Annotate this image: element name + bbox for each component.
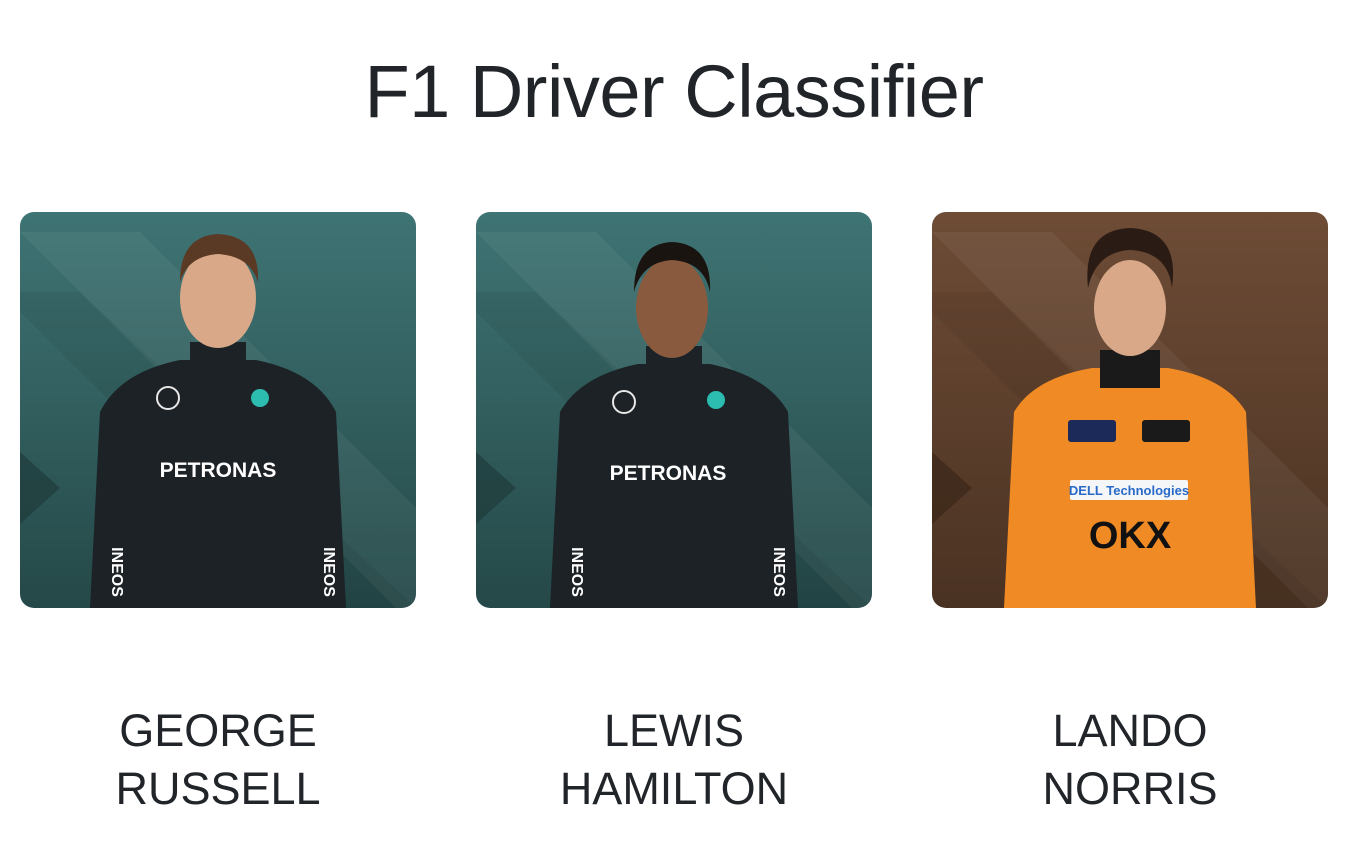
page-title: F1 Driver Classifier [364, 50, 984, 133]
driver-name: LANDO NORRIS [932, 702, 1328, 818]
driver-last-name: NORRIS [1042, 763, 1218, 814]
svg-text:OKX: OKX [1089, 515, 1172, 557]
svg-text:PETRONAS: PETRONAS [610, 462, 727, 485]
driver-card-lewis-hamilton[interactable]: PETRONAS INEOS INEOS LEWIS HAMILTON [476, 212, 872, 814]
svg-text:DELL Technologies: DELL Technologies [1069, 483, 1189, 498]
driver-photo[interactable]: PETRONAS INEOS INEOS [476, 212, 872, 608]
driver-last-name: RUSSELL [115, 763, 321, 814]
svg-text:INEOS: INEOS [770, 547, 787, 597]
svg-text:INEOS: INEOS [568, 547, 585, 597]
svg-text:INEOS: INEOS [108, 547, 125, 597]
svg-text:PETRONAS: PETRONAS [160, 459, 277, 482]
svg-text:INEOS: INEOS [320, 547, 337, 597]
driver-first-name: LEWIS [603, 705, 745, 756]
driver-last-name: HAMILTON [559, 763, 789, 814]
driver-photo[interactable]: PETRONAS INEOS INEOS [20, 212, 416, 608]
driver-card-lando-norris[interactable]: DELL Technologies OKX LANDO NORRIS [932, 212, 1328, 814]
driver-name: GEORGE RUSSELL [20, 702, 416, 818]
driver-photo[interactable]: DELL Technologies OKX [932, 212, 1328, 608]
driver-first-name: LANDO [1052, 705, 1208, 756]
driver-name: LEWIS HAMILTON [476, 702, 872, 818]
driver-card-george-russell[interactable]: PETRONAS INEOS INEOS GEORGE RUSSELL [20, 212, 416, 814]
driver-first-name: GEORGE [119, 705, 317, 756]
